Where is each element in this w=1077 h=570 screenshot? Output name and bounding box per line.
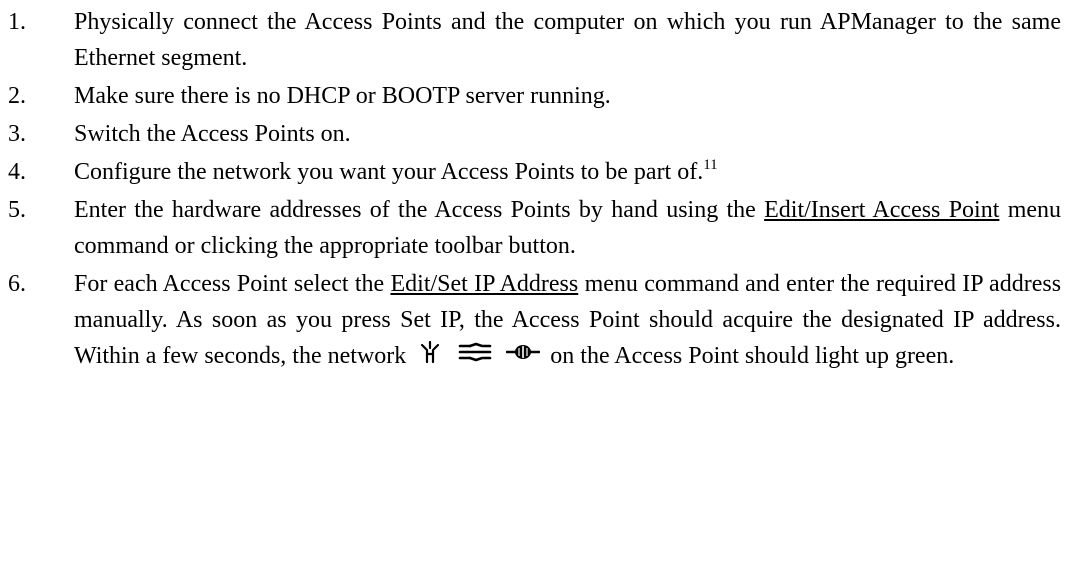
step-number: 5. — [8, 197, 26, 223]
step-6: 6. For each Access Point select the Edit… — [0, 266, 1077, 375]
step-text: Make sure there is no DHCP or BOOTP serv… — [74, 83, 611, 109]
step-number: 4. — [8, 159, 26, 185]
network-activity-icon — [416, 339, 444, 375]
document-page: 1. Physically connect the Access Points … — [0, 0, 1077, 570]
step-number: 2. — [8, 83, 26, 109]
footnote-marker: 11 — [703, 157, 718, 173]
step-text-before: Enter the hardware addresses of the Acce… — [74, 197, 756, 223]
step-3: 3. Switch the Access Points on. — [0, 116, 1077, 152]
step-text: Switch the Access Points on. — [74, 121, 351, 147]
step-text-wrap: Configure the network you want your Acce… — [74, 154, 1061, 190]
step-2: 2. Make sure there is no DHCP or BOOTP s… — [0, 78, 1077, 114]
menu-command-link[interactable]: Edit/Set IP Address — [390, 271, 578, 297]
network-lines-icon — [458, 339, 492, 375]
step-text: Physically connect the Access Points and… — [74, 9, 1061, 71]
step-text-wrap: Enter the hardware addresses of the Acce… — [74, 192, 1061, 264]
step-4: 4. Configure the network you want your A… — [0, 154, 1077, 190]
network-connector-icon — [506, 339, 541, 375]
menu-command-link[interactable]: Edit/Insert Access Point — [764, 197, 999, 223]
step-number: 1. — [8, 9, 26, 35]
step-text-after: on the Access Point should light up gree… — [550, 343, 955, 369]
step-text: Configure the network you want your Acce… — [74, 159, 704, 185]
step-number: 6. — [8, 271, 26, 297]
step-5: 5. Enter the hardware addresses of the A… — [0, 192, 1077, 264]
step-1: 1. Physically connect the Access Points … — [0, 4, 1077, 76]
step-number: 3. — [8, 121, 26, 147]
step-text-before: For each Access Point select the — [74, 271, 385, 297]
step-text-wrap: For each Access Point select the Edit/Se… — [74, 266, 1061, 375]
